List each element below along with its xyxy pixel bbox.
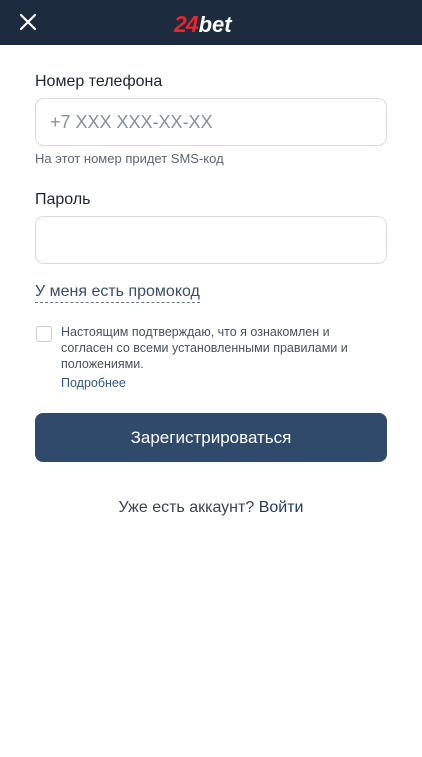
login-prompt: Уже есть аккаунт? <box>118 499 255 516</box>
promo-code-link[interactable]: У меня есть промокод <box>35 283 200 303</box>
password-label: Пароль <box>35 191 91 208</box>
register-button[interactable]: Зарегистрироваться <box>35 413 387 462</box>
password-input[interactable] <box>35 216 387 264</box>
registration-page: 24 bet Номер телефона На этот номер прид… <box>0 0 422 757</box>
phone-hint: На этот номер придет SMS-код <box>35 151 224 166</box>
login-row: Уже есть аккаунт? Войти <box>0 499 422 517</box>
login-link[interactable]: Войти <box>259 499 304 516</box>
phone-input[interactable] <box>35 98 387 146</box>
brand-logo: 24 bet <box>174 6 232 36</box>
close-button[interactable] <box>12 7 44 37</box>
consent-checkbox[interactable] <box>36 326 52 342</box>
close-icon <box>19 13 37 31</box>
consent-text: Настоящим подтверждаю, что я ознакомлен … <box>61 325 348 371</box>
logo-word: bet <box>198 12 232 37</box>
phone-label: Номер телефона <box>35 73 163 90</box>
logo-number: 24 <box>174 11 199 37</box>
top-bar: 24 bet <box>0 0 422 45</box>
consent-more-link[interactable]: Подробнее <box>61 376 126 390</box>
